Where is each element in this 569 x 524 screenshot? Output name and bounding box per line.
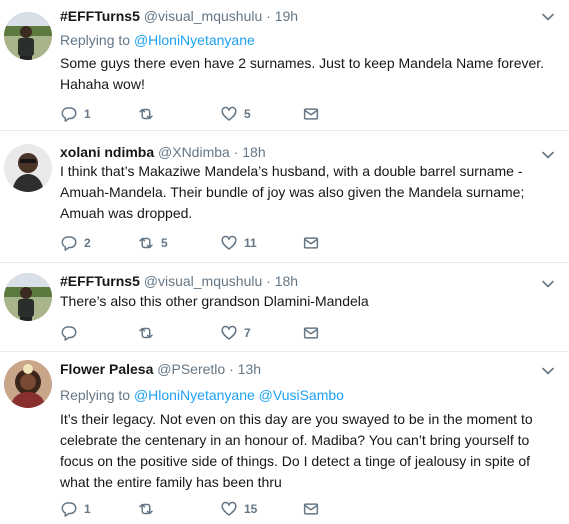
tweet-menu-button[interactable] [541,148,555,162]
like-count: 11 [244,236,257,250]
envelope-icon [303,237,319,249]
like-button[interactable]: 7 [220,323,251,343]
tweet-text: Some guys there even have 2 surnames. Ju… [60,55,545,92]
separator: · [233,144,239,160]
chevron-down-icon [542,280,554,288]
reply-button[interactable]: 1 [60,499,91,519]
direct-message-button[interactable] [302,233,320,253]
tweet-text: There’s also this other grandson Dlamini… [60,293,369,309]
retweet-button[interactable]: 5 [137,233,168,253]
envelope-icon [303,503,319,515]
reply-icon [61,236,77,251]
replying-to: Replying to @HloniNyetanyane [60,30,255,50]
timestamp[interactable]: 19h [275,8,298,24]
retweet-count: 5 [161,236,168,250]
user-handle[interactable]: @visual_mqushulu [144,8,263,24]
heart-icon [221,325,237,340]
retweet-icon [139,237,153,249]
envelope-icon [303,108,319,120]
tweet-actions: 7 [60,323,360,343]
like-button[interactable]: 15 [220,499,257,519]
user-handle[interactable]: @PSeretlo [157,361,225,377]
tweet-text: It’s their legacy. Not even on this day … [60,411,533,490]
tweet-header: #EFFTurns5 @visual_mqushulu · 19h [60,6,298,26]
like-count: 5 [244,107,251,121]
replying-to: Replying to @HloniNyetanyane @VusiSambo [60,385,344,405]
reply-count: 1 [84,107,91,121]
reply-icon [61,502,77,517]
chevron-down-icon [542,367,554,375]
tweet-actions: 1 5 [60,104,360,124]
like-button[interactable]: 5 [220,104,251,124]
tweet[interactable]: xolani ndimba @XNdimba · 18h I think tha… [0,131,569,263]
heart-icon [221,501,237,516]
display-name[interactable]: #EFFTurns5 [60,8,140,24]
reply-button[interactable]: 1 [60,104,91,124]
like-count: 7 [244,326,251,340]
tweet-menu-button[interactable] [541,277,555,291]
chevron-down-icon [542,151,554,159]
separator: · [266,8,271,24]
tweet-actions: 2 5 11 [60,233,360,253]
retweet-icon [139,108,153,120]
reply-count: 1 [84,502,91,516]
like-button[interactable]: 11 [220,233,257,253]
timestamp[interactable]: 18h [275,273,298,289]
mention-link[interactable]: @VusiSambo [259,387,344,403]
retweet-button[interactable] [137,104,161,124]
tweet-header: xolani ndimba @XNdimba · 18h [60,142,266,162]
retweet-icon [139,327,153,339]
envelope-icon [303,327,319,339]
reply-count: 2 [84,236,91,250]
replying-label: Replying to [60,32,131,48]
mention-link[interactable]: @HloniNyetanyane [134,387,255,403]
chevron-down-icon [542,13,554,21]
replying-label: Replying to [60,387,131,403]
timestamp[interactable]: 18h [242,144,265,160]
reply-icon [61,107,77,122]
retweet-button[interactable] [137,499,161,519]
tweet-menu-button[interactable] [541,364,555,378]
direct-message-button[interactable] [302,499,320,519]
heart-icon [221,235,237,250]
display-name[interactable]: xolani ndimba [60,144,154,160]
reply-button[interactable]: 2 [60,233,91,253]
avatar[interactable] [4,360,52,408]
avatar[interactable] [4,273,52,321]
like-count: 15 [244,502,258,516]
retweet-icon [139,503,153,515]
reply-button[interactable] [60,323,84,343]
retweet-button[interactable] [137,323,161,343]
direct-message-button[interactable] [302,104,320,124]
separator: · [229,361,234,377]
separator: · [266,273,271,289]
display-name[interactable]: #EFFTurns5 [60,273,140,289]
tweet[interactable]: #EFFTurns5 @visual_mqushulu · 19h Replyi… [0,0,569,131]
tweet-menu-button[interactable] [541,10,555,24]
avatar[interactable] [4,12,52,60]
user-handle[interactable]: @XNdimba [158,144,230,160]
reply-icon [61,326,77,341]
display-name[interactable]: Flower Palesa [60,361,153,377]
tweet-header: Flower Palesa @PSeretlo · 13h [60,359,261,379]
mention-link[interactable]: @HloniNyetanyane [134,32,255,48]
heart-icon [221,106,237,121]
direct-message-button[interactable] [302,323,320,343]
tweet-actions: 1 15 [60,499,360,519]
tweet[interactable]: Flower Palesa @PSeretlo · 13h Replying t… [0,352,569,524]
tweet-header: #EFFTurns5 @visual_mqushulu · 18h [60,271,298,291]
tweet-text: I think that’s Makaziwe Mandela’s husban… [60,163,525,221]
tweet[interactable]: #EFFTurns5 @visual_mqushulu · 18h There’… [0,263,569,352]
avatar[interactable] [4,144,52,192]
timestamp[interactable]: 13h [238,361,261,377]
user-handle[interactable]: @visual_mqushulu [144,273,263,289]
